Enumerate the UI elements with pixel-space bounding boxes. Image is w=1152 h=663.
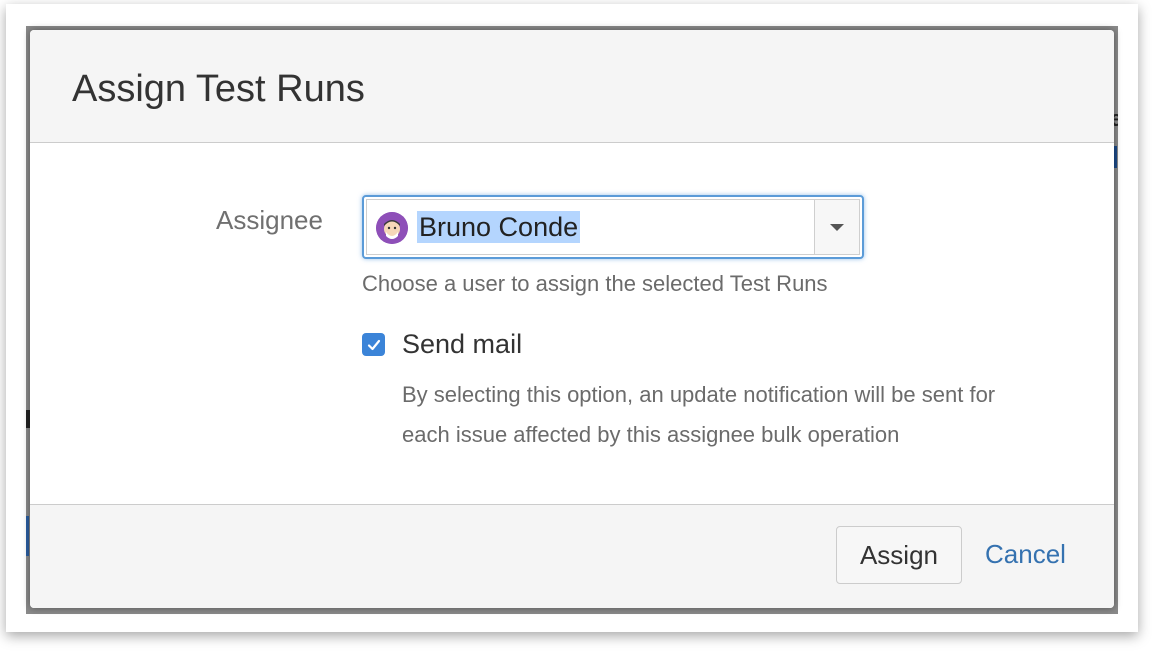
chevron-down-icon: [830, 223, 844, 231]
user-avatar-icon: [376, 212, 408, 244]
send-mail-description-line: By selecting this option, an update noti…: [402, 382, 996, 407]
send-mail-label[interactable]: Send mail: [402, 329, 522, 360]
background-fragment: [1114, 146, 1117, 168]
checkmark-icon: [367, 339, 380, 350]
assign-button[interactable]: Assign: [836, 526, 962, 584]
dialog-title: Assign Test Runs: [72, 68, 365, 110]
assign-test-runs-dialog: Assign Test Runs Assignee Bruno Conde Ch…: [30, 30, 1114, 608]
assignee-select[interactable]: Bruno Conde: [362, 195, 864, 259]
dropdown-toggle-button[interactable]: [814, 199, 860, 255]
assignee-help-text: Choose a user to assign the selected Tes…: [362, 271, 828, 296]
assignee-value: Bruno Conde: [417, 211, 581, 243]
background-fragment: [26, 516, 29, 556]
dialog-footer: Assign Cancel: [30, 504, 1114, 608]
dialog-body: Assignee Bruno Conde Choose a user to as…: [30, 143, 1114, 503]
assignee-input[interactable]: Bruno Conde: [366, 199, 816, 255]
dialog-header: Assign Test Runs: [30, 30, 1114, 143]
send-mail-description-line: each issue affected by this assignee bul…: [402, 422, 900, 447]
assignee-label: Assignee: [216, 205, 323, 235]
cancel-link[interactable]: Cancel: [985, 539, 1066, 570]
send-mail-description: By selecting this option, an update noti…: [402, 375, 1082, 455]
send-mail-checkbox[interactable]: [362, 333, 385, 356]
